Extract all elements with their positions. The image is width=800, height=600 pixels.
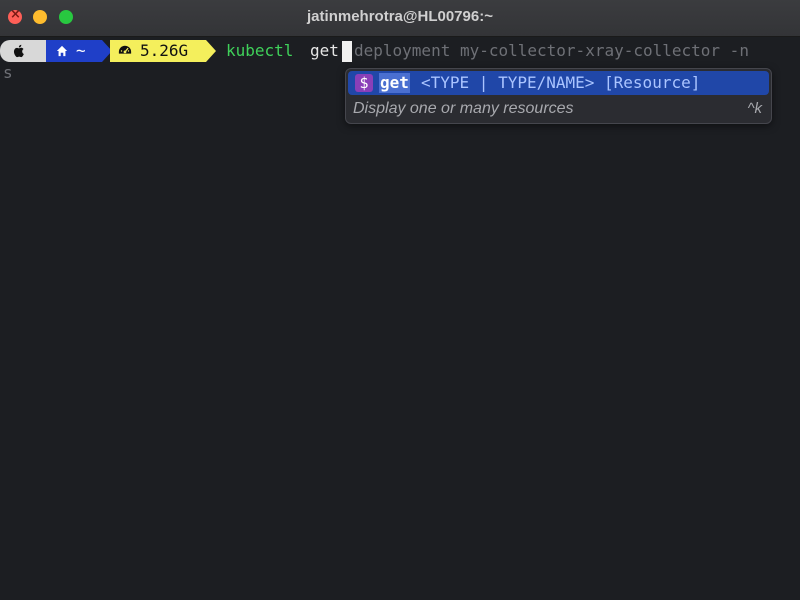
autocomplete-shortcut: ^k	[747, 100, 762, 117]
terminal-content[interactable]: ~ 5.26G kubectl get deployment my-collec…	[0, 36, 800, 600]
ghost-suggestion: deployment my-collector-xray-collector -…	[354, 41, 749, 60]
terminal-window: jatinmehrotra@HL00796:~ ~	[0, 0, 800, 600]
prompt-separator-arrow	[206, 40, 216, 62]
prompt-line: ~ 5.26G kubectl get deployment my-collec…	[0, 40, 800, 62]
home-icon	[56, 45, 68, 57]
command-argument: get	[310, 41, 339, 60]
ghost-suggestion-wrapped: s	[3, 63, 13, 82]
autocomplete-item-get[interactable]: $ get <TYPE | TYPE/NAME> [Resource]	[348, 71, 769, 95]
command-program: kubectl	[226, 41, 294, 60]
memory-value: 5.26G	[140, 41, 189, 60]
prompt-path-segment: ~	[46, 40, 102, 62]
autocomplete-popup: $ get <TYPE | TYPE/NAME> [Resource] Disp…	[345, 68, 772, 124]
autocomplete-args: <TYPE | TYPE/NAME> [Resource]	[421, 73, 701, 92]
autocomplete-description: Display one or many resources	[353, 100, 574, 117]
prompt-memory-segment: 5.26G	[110, 40, 206, 62]
autocomplete-match: get	[379, 73, 410, 93]
text-cursor	[342, 41, 352, 62]
title-bar: jatinmehrotra@HL00796:~	[0, 0, 800, 37]
apple-icon	[13, 44, 24, 58]
gauge-icon	[118, 45, 132, 54]
prompt-path: ~	[76, 41, 86, 60]
window-title: jatinmehrotra@HL00796:~	[307, 8, 493, 25]
command-icon: $	[355, 74, 373, 92]
